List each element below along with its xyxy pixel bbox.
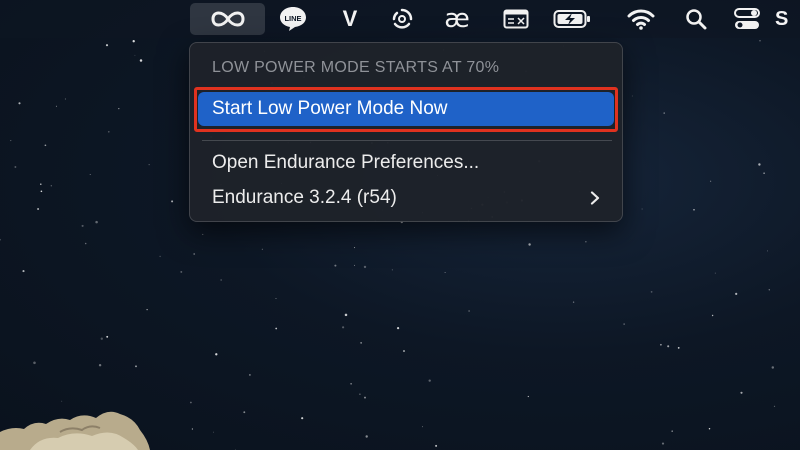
ae-icon-label: æ <box>444 4 470 34</box>
siri-icon[interactable]: S <box>775 3 800 35</box>
menu-bar: LINE V æ S <box>0 0 800 38</box>
line-icon-label: LINE <box>284 14 301 23</box>
v-icon-label: V <box>342 6 358 31</box>
wifi-icon[interactable] <box>621 3 661 35</box>
siri-icon-label: S <box>775 7 789 30</box>
open-preferences-item[interactable]: Open Endurance Preferences... <box>198 147 614 179</box>
version-submenu-item[interactable]: Endurance 3.2.4 (r54) <box>198 182 614 214</box>
line-app-icon[interactable]: LINE <box>273 3 313 35</box>
version-label: Endurance 3.2.4 (r54) <box>212 187 397 208</box>
control-center-icon[interactable] <box>727 3 767 35</box>
endurance-infinity-icon[interactable] <box>190 3 265 35</box>
circular-app-icon[interactable] <box>382 3 422 35</box>
start-low-power-mode-item[interactable]: Start Low Power Mode Now <box>198 92 614 126</box>
v-app-icon[interactable]: V <box>330 3 370 35</box>
keyboard-viewer-icon[interactable] <box>496 3 536 35</box>
menu-separator <box>202 140 612 141</box>
chevron-right-icon <box>590 191 600 205</box>
battery-charging-icon[interactable] <box>552 3 592 35</box>
desktop: LINE V æ S LOW POWER MODE STARTS AT 70% … <box>0 0 800 450</box>
endurance-dropdown-menu: LOW POWER MODE STARTS AT 70% Start Low P… <box>189 42 623 222</box>
spotlight-search-icon[interactable] <box>676 3 716 35</box>
start-low-power-mode-label: Start Low Power Mode Now <box>212 98 448 119</box>
open-preferences-label: Open Endurance Preferences... <box>212 152 480 173</box>
menu-header: LOW POWER MODE STARTS AT 70% <box>212 59 500 76</box>
ae-input-icon[interactable]: æ <box>437 3 477 35</box>
